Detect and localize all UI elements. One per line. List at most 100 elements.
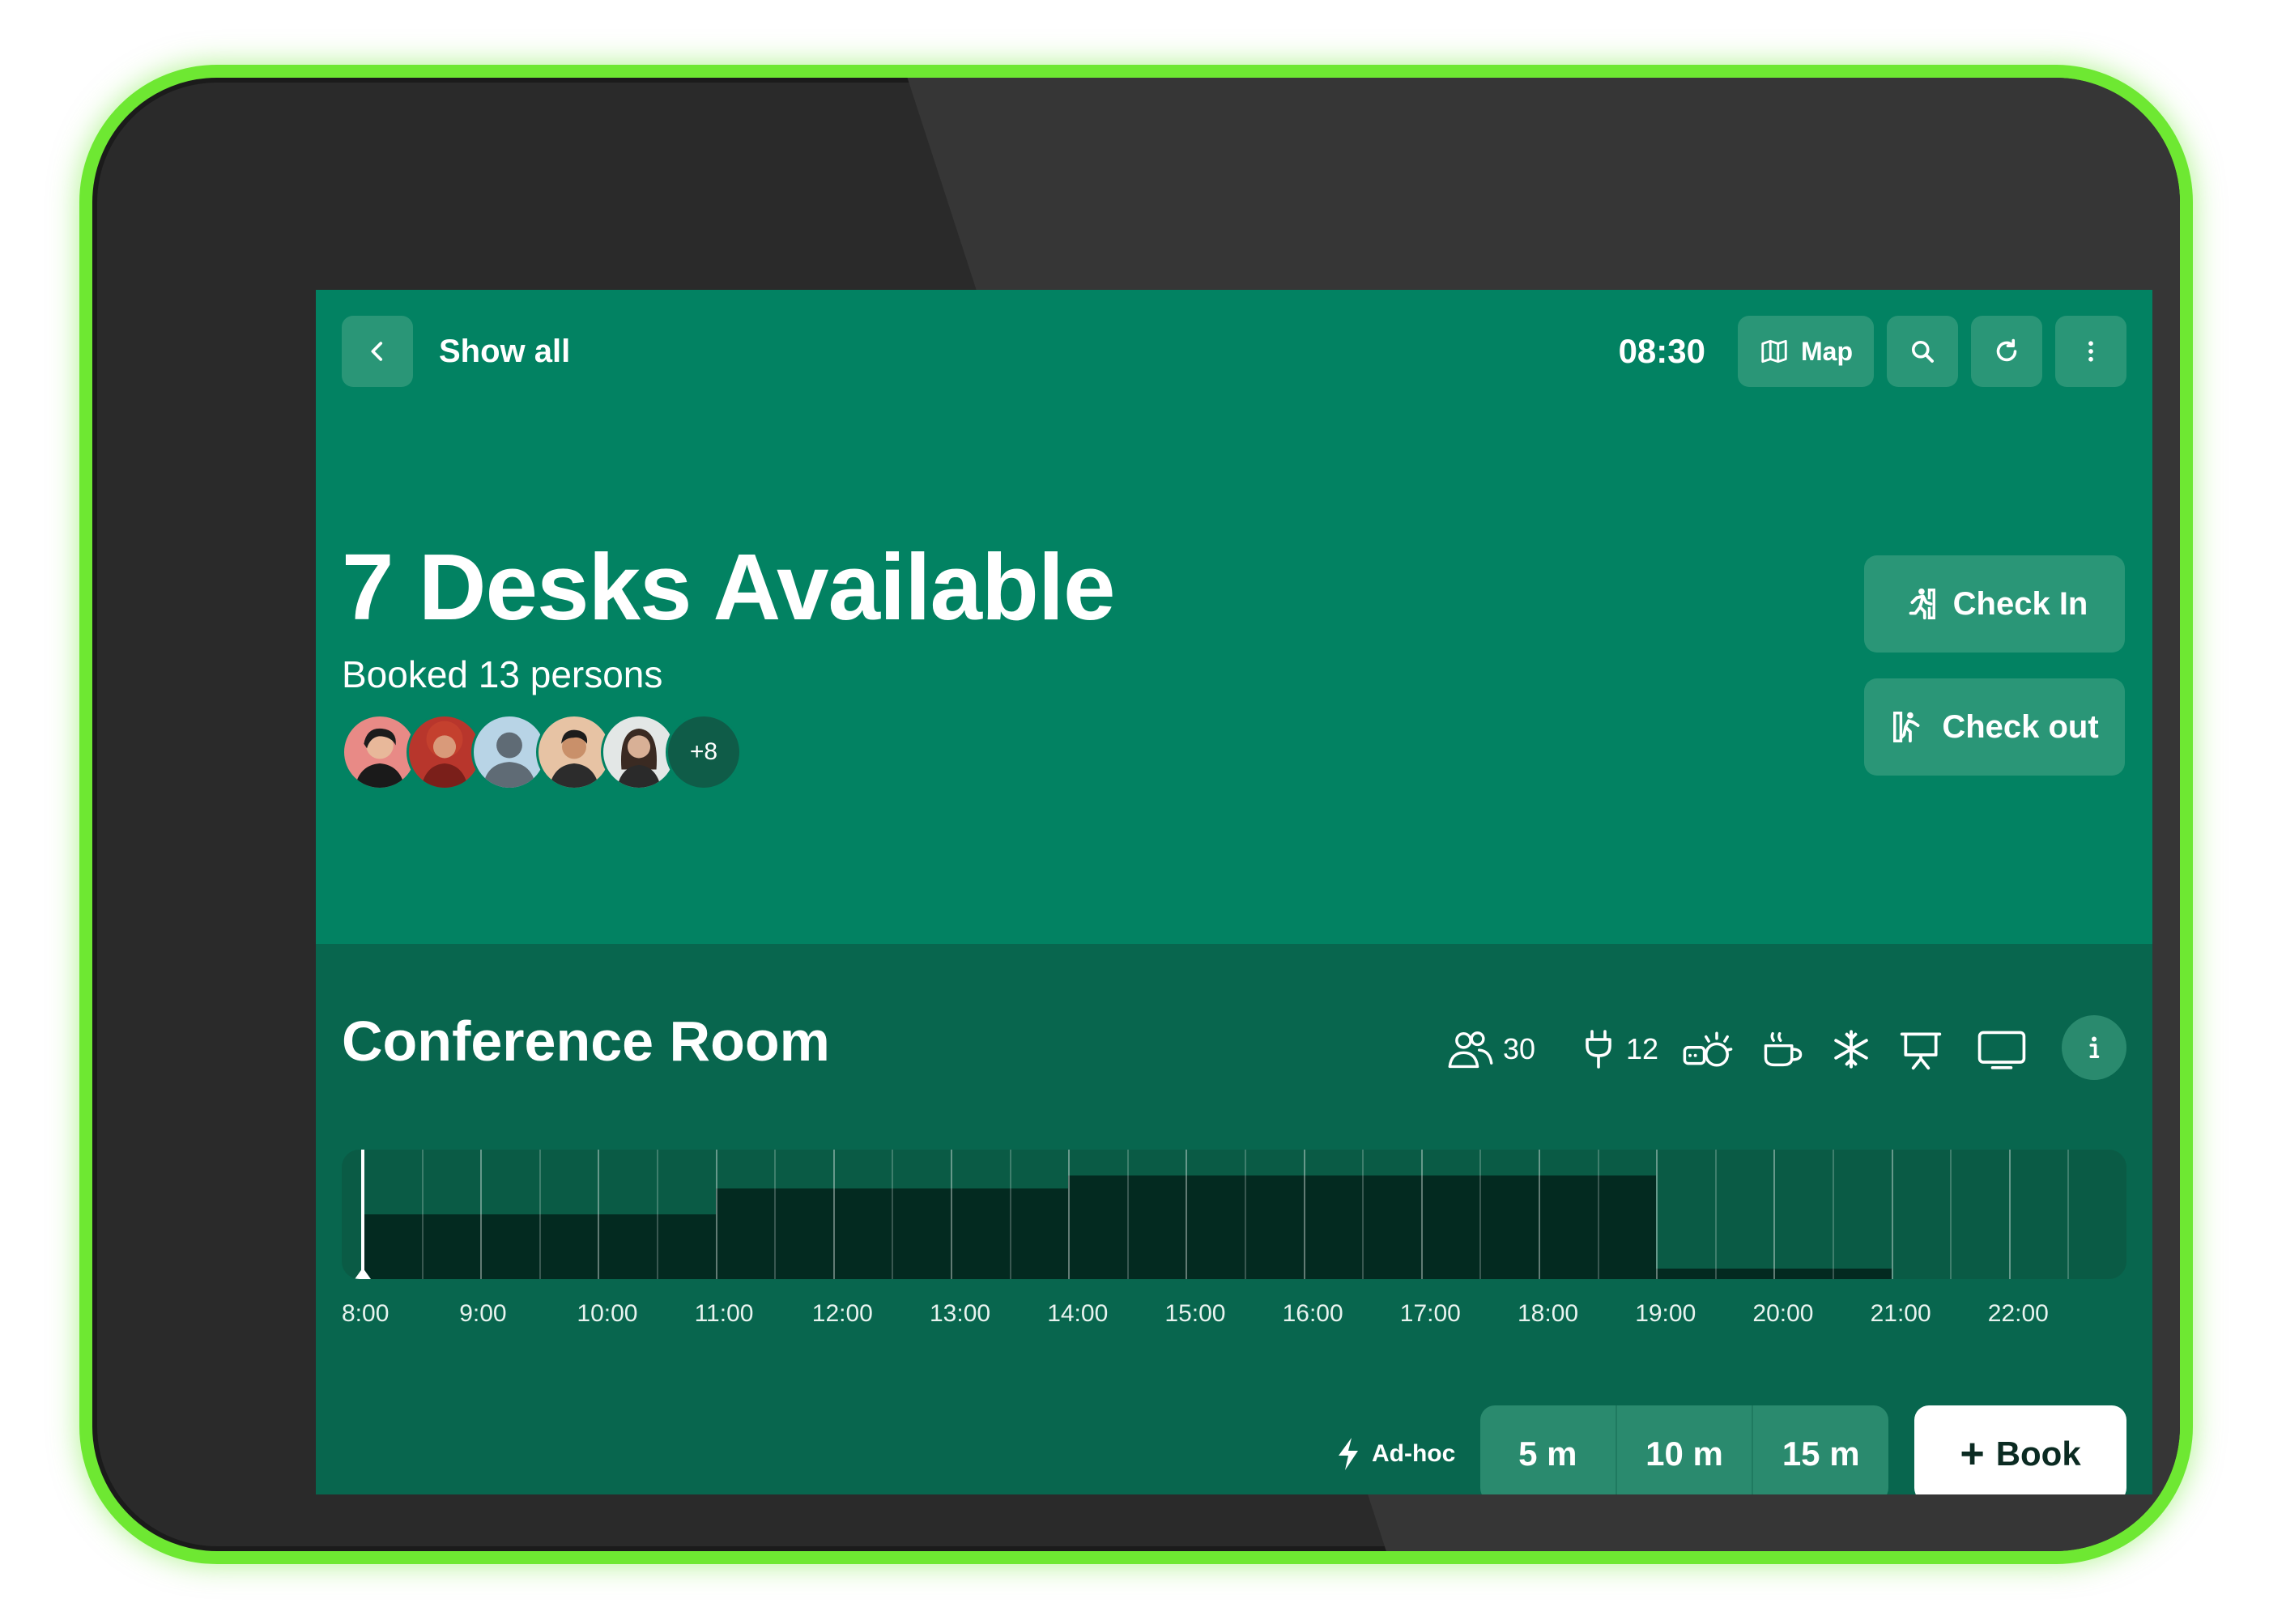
timeline-tick-label: 19:00 (1635, 1300, 1696, 1327)
chevron-left-icon (371, 342, 383, 361)
timeline-tick-label: 17:00 (1399, 1300, 1461, 1327)
timeline-gridline (1186, 1150, 1188, 1279)
room-panel: Conference Room 30 12 8:00 9:00 10:00 11… (316, 944, 2152, 1494)
current-time-marker (355, 1268, 371, 1279)
timeline-gridline (480, 1150, 483, 1279)
timeline-gridline (1656, 1150, 1658, 1279)
projector-amenity (1898, 1023, 1943, 1075)
timeline-tick-label: 20:00 (1752, 1300, 1814, 1327)
timeline-gridline (715, 1150, 717, 1279)
timeline-gridline (1009, 1150, 1011, 1279)
timeline-gridline (1362, 1150, 1364, 1279)
adhoc-text: Ad-hoc (1372, 1440, 1456, 1467)
book-label: Book (1995, 1435, 2081, 1473)
book-button[interactable]: + Book (1914, 1405, 2126, 1494)
current-time-indicator (361, 1150, 364, 1279)
show-all-label[interactable]: Show all (439, 316, 570, 387)
tablet-device: Show all 08:30 Map 7 Desks Available Boo… (79, 65, 2193, 1564)
coffee-amenity (1760, 1023, 1806, 1075)
more-attendees-badge[interactable]: +8 (666, 714, 742, 790)
check-in-label: Check In (1952, 585, 2088, 622)
timeline-gridline (421, 1150, 424, 1279)
timeline-tick-label: 9:00 (459, 1300, 507, 1327)
screen: Show all 08:30 Map 7 Desks Available Boo… (316, 290, 2152, 1494)
capacity-count: 30 (1503, 1032, 1536, 1065)
check-out-icon (1890, 708, 1927, 746)
air-conditioning-amenity (1830, 1023, 1872, 1075)
back-button[interactable] (342, 316, 413, 387)
map-button[interactable]: Map (1738, 316, 1874, 387)
check-in-button[interactable]: Check In (1864, 555, 2125, 653)
check-out-button[interactable]: Check out (1864, 678, 2125, 776)
check-out-label: Check out (1942, 708, 2099, 745)
video-call-amenity (1681, 1023, 1735, 1075)
timeline-tick-label: 11:00 (694, 1300, 754, 1327)
timeline-gridline (2067, 1150, 2070, 1279)
timeline-tick-label: 13:00 (930, 1300, 991, 1327)
duration-10m-button[interactable]: 10 m (1617, 1405, 1754, 1494)
adhoc-label: Ad-hoc (1335, 1405, 1455, 1494)
timeline-gridline (657, 1150, 658, 1279)
monitor-amenity (1976, 1023, 2028, 1075)
timeline-tick-label: 22:00 (1987, 1300, 2049, 1327)
timeline-gridline (1714, 1150, 1717, 1279)
duration-15m-button[interactable]: 15 m (1753, 1405, 1888, 1494)
timeline-tick-label: 10:00 (577, 1300, 638, 1327)
timeline-gridline (598, 1150, 600, 1279)
search-icon (1911, 340, 1934, 363)
timeline-gridline (1539, 1150, 1540, 1279)
timeline-gridline (1303, 1150, 1305, 1279)
timeline-gridline (1833, 1150, 1834, 1279)
clock: 08:30 (1618, 332, 1705, 370)
timeline-gridline (2008, 1150, 2011, 1279)
timeline-tick-label: 8:00 (342, 1300, 390, 1327)
timeline-gridline (892, 1150, 894, 1279)
plus-icon: + (1960, 1431, 1985, 1477)
power-outlets-indicator: 12 (1579, 1023, 1658, 1075)
timeline-tick-label: 12:00 (811, 1300, 873, 1327)
timeline-gridline (1420, 1150, 1423, 1279)
check-in-icon (1901, 585, 1939, 623)
search-button[interactable] (1887, 316, 1958, 387)
people-icon (1448, 1031, 1493, 1069)
projector-icon (1900, 1032, 1942, 1070)
timeline-gridline (1245, 1150, 1246, 1279)
duration-5m-button[interactable]: 5 m (1480, 1405, 1617, 1494)
power-outlets-count: 12 (1626, 1032, 1659, 1065)
map-icon (1761, 339, 1787, 363)
timeline-tick-label: 21:00 (1870, 1300, 1931, 1327)
snowflake-icon (1834, 1030, 1868, 1069)
timeline-gridline (1597, 1150, 1599, 1279)
timeline-tick-label: 18:00 (1518, 1300, 1579, 1327)
timeline-gridline (1479, 1150, 1482, 1279)
lightning-icon (1339, 1438, 1358, 1470)
capacity-indicator: 30 (1446, 1023, 1535, 1075)
map-button-label: Map (1801, 336, 1853, 366)
refresh-icon (1996, 338, 2017, 362)
room-info-button[interactable] (2062, 1015, 2126, 1080)
booked-persons-label: Booked 13 persons (342, 653, 663, 695)
more-menu-button[interactable] (2055, 316, 2126, 387)
timeline-gridline (1068, 1150, 1071, 1279)
timeline-gridline (1773, 1150, 1776, 1279)
desks-available-title: 7 Desks Available (342, 534, 1116, 640)
info-icon (2089, 1036, 2100, 1059)
video-call-icon (1683, 1031, 1733, 1067)
top-bar: Show all 08:30 Map (342, 316, 2126, 387)
timeline-gridline (1950, 1150, 1952, 1279)
timeline-tick-label: 15:00 (1164, 1300, 1226, 1327)
timeline-gridline (774, 1150, 777, 1279)
timeline-tick-label: 16:00 (1282, 1300, 1343, 1327)
timeline-gridline (539, 1150, 541, 1279)
duration-selector: 5 m 10 m 15 m (1480, 1405, 1888, 1494)
timeline-gridline (1891, 1150, 1893, 1279)
room-timeline[interactable] (342, 1150, 2126, 1279)
timeline-gridline (1126, 1150, 1129, 1279)
refresh-button[interactable] (1971, 316, 2042, 387)
timeline-gridline (832, 1150, 835, 1279)
timeline-gridline (951, 1150, 952, 1279)
coffee-icon (1764, 1031, 1803, 1067)
room-name: Conference Room (342, 1010, 830, 1073)
timeline-tick-label: 14:00 (1047, 1300, 1109, 1327)
plug-icon (1586, 1030, 1611, 1069)
